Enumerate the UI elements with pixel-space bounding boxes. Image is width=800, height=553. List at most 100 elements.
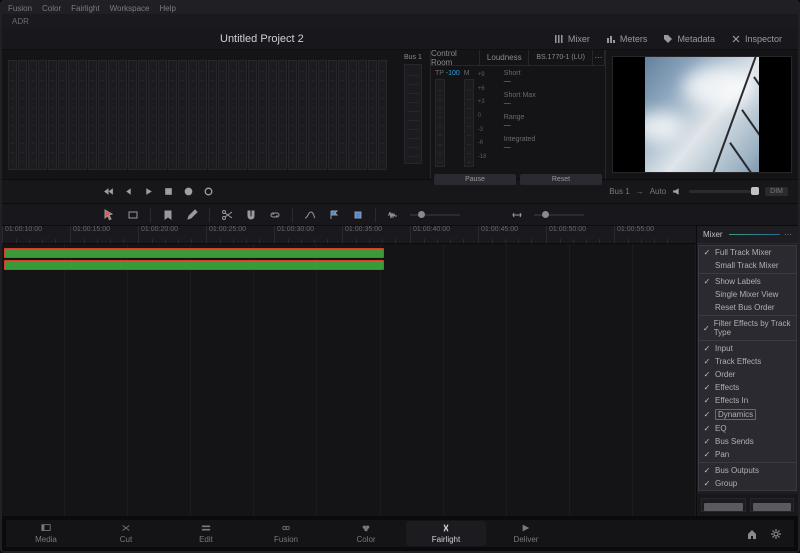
mixer-toggle[interactable]: Mixer bbox=[548, 32, 596, 46]
pencil-tool[interactable] bbox=[185, 208, 199, 222]
timeline-tracks[interactable] bbox=[2, 244, 696, 516]
menu-item-filter-effects-by-track-type[interactable]: ✓Filter Effects by Track Type bbox=[699, 317, 796, 339]
magnet-icon bbox=[245, 209, 257, 221]
menu-fusion[interactable]: Fusion bbox=[8, 4, 32, 13]
prev-button[interactable] bbox=[122, 186, 134, 198]
bus-label: Bus 1 bbox=[404, 54, 428, 61]
menu-item-order[interactable]: ✓Order bbox=[699, 368, 796, 381]
fader-cap[interactable] bbox=[753, 503, 792, 511]
slider-thumb[interactable] bbox=[542, 211, 549, 218]
menu-help[interactable]: Help bbox=[159, 4, 175, 13]
menu-item-dynamics[interactable]: ✓Dynamics bbox=[699, 407, 796, 422]
settings-button[interactable] bbox=[770, 528, 782, 540]
slider-thumb[interactable] bbox=[418, 211, 425, 218]
menu-item-small-track-mixer[interactable]: Small Track Mixer bbox=[699, 259, 796, 272]
meters-toggle[interactable]: Meters bbox=[600, 32, 654, 46]
magnet-tool[interactable] bbox=[244, 208, 258, 222]
audio-clip[interactable] bbox=[4, 260, 384, 270]
page-tab-cut[interactable]: Cut bbox=[86, 521, 166, 546]
monitor-bus[interactable]: Bus 1 bbox=[609, 187, 629, 196]
crossfade-tool[interactable] bbox=[303, 208, 317, 222]
ruler-tick[interactable]: 01:00:50:00 bbox=[546, 226, 614, 243]
menu-item-single-mixer-view[interactable]: Single Mixer View bbox=[699, 288, 796, 301]
tab-loudness[interactable]: Loudness bbox=[480, 50, 529, 66]
menu-workspace[interactable]: Workspace bbox=[110, 4, 150, 13]
ruler-tick[interactable]: 01:00:45:00 bbox=[478, 226, 546, 243]
menu-item-group[interactable]: ✓Group bbox=[699, 477, 796, 490]
zoom-waveform-slider[interactable] bbox=[410, 214, 460, 216]
page-tab-fusion[interactable]: Fusion bbox=[246, 521, 326, 546]
dim-button[interactable]: DIM bbox=[765, 187, 788, 196]
menu-item-label: Small Track Mixer bbox=[715, 261, 779, 270]
ruler-tick[interactable]: 01:00:40:00 bbox=[410, 226, 478, 243]
flag-blue[interactable] bbox=[327, 208, 341, 222]
audio-clip[interactable] bbox=[4, 248, 384, 258]
loudness-menu[interactable]: ⋯ bbox=[593, 50, 605, 66]
page-tab-edit[interactable]: Edit bbox=[166, 521, 246, 546]
menu-item-track-effects[interactable]: ✓Track Effects bbox=[699, 355, 796, 368]
volume-slider[interactable] bbox=[689, 190, 759, 193]
menu-item-effects[interactable]: ✓Effects bbox=[699, 381, 796, 394]
ruler-tick[interactable]: 01:00:20:00 bbox=[138, 226, 206, 243]
play-button[interactable] bbox=[142, 186, 154, 198]
track-meter-slot bbox=[298, 60, 307, 170]
menu-fairlight[interactable]: Fairlight bbox=[71, 4, 99, 13]
ruler-tick[interactable]: 01:00:10:00 bbox=[2, 226, 70, 243]
timeline[interactable]: 01:00:10:0001:00:15:0001:00:20:0001:00:2… bbox=[2, 226, 696, 516]
ruler-tick[interactable]: 01:00:55:00 bbox=[614, 226, 682, 243]
record-button[interactable] bbox=[182, 186, 194, 198]
check-icon: ✓ bbox=[703, 466, 711, 475]
ruler-tick[interactable]: 01:00:15:00 bbox=[70, 226, 138, 243]
marker-tool[interactable] bbox=[161, 208, 175, 222]
home-button[interactable] bbox=[746, 528, 758, 540]
loudness-standard[interactable]: BS.1770-1 (LU) bbox=[529, 50, 593, 66]
flag-blue-2[interactable] bbox=[351, 208, 365, 222]
link-tool[interactable] bbox=[268, 208, 282, 222]
menu-item-bus-outputs[interactable]: ✓Bus Outputs bbox=[699, 464, 796, 477]
page-tab-media[interactable]: Media bbox=[6, 521, 86, 546]
menu-item-effects-in[interactable]: ✓Effects In bbox=[699, 394, 796, 407]
menu-item-bus-sends[interactable]: ✓Bus Sends bbox=[699, 435, 796, 448]
menu-item-show-labels[interactable]: ✓Show Labels bbox=[699, 275, 796, 288]
mixer-options-button[interactable]: ⋯ bbox=[784, 230, 792, 239]
cut-tool[interactable] bbox=[220, 208, 234, 222]
ruler-tick[interactable]: 01:00:25:00 bbox=[206, 226, 274, 243]
volume-thumb[interactable] bbox=[751, 187, 759, 195]
range-tool[interactable] bbox=[126, 208, 140, 222]
fader-cap[interactable] bbox=[704, 503, 743, 511]
waveform-tool[interactable] bbox=[386, 208, 400, 222]
automation-mode[interactable]: Auto bbox=[650, 187, 666, 196]
page-tab-fairlight[interactable]: Fairlight bbox=[406, 521, 486, 546]
menu-item-reset-bus-order[interactable]: Reset Bus Order bbox=[699, 301, 796, 314]
video-viewer[interactable] bbox=[612, 56, 792, 173]
menu-item-full-track-mixer[interactable]: ✓Full Track Mixer bbox=[699, 246, 796, 259]
reset-button[interactable]: Reset bbox=[520, 174, 602, 185]
tab-control-room[interactable]: Control Room bbox=[431, 50, 480, 66]
page-tab-deliver[interactable]: Deliver bbox=[486, 521, 566, 546]
stop-button[interactable] bbox=[162, 186, 174, 198]
loop-button[interactable] bbox=[202, 186, 214, 198]
m-label: M bbox=[464, 70, 474, 77]
ruler-tick[interactable]: 01:00:35:00 bbox=[342, 226, 410, 243]
menu-color[interactable]: Color bbox=[42, 4, 61, 13]
menu-item-eq[interactable]: ✓EQ bbox=[699, 422, 796, 435]
timeline-ruler[interactable]: 01:00:10:0001:00:15:0001:00:20:0001:00:2… bbox=[2, 226, 696, 244]
zoom-horizontal[interactable] bbox=[510, 208, 524, 222]
track-meter-slot bbox=[138, 60, 147, 170]
tp-value: -100 bbox=[446, 70, 460, 77]
menu-item-input[interactable]: ✓Input bbox=[699, 342, 796, 355]
page-tab-color[interactable]: Color bbox=[326, 521, 406, 546]
menu-item-pan[interactable]: ✓Pan bbox=[699, 448, 796, 461]
mixer-fader[interactable] bbox=[701, 498, 746, 512]
monitor-area: Control Room Loudness BS.1770-1 (LU) ⋯ T… bbox=[430, 50, 798, 179]
pause-button[interactable]: Pause bbox=[434, 174, 516, 185]
mixer-fader[interactable] bbox=[750, 498, 795, 512]
zoom-slider[interactable] bbox=[534, 214, 584, 216]
inspector-toggle[interactable]: Inspector bbox=[725, 32, 788, 46]
ruler-tick[interactable]: 01:00:30:00 bbox=[274, 226, 342, 243]
upper-panel: Bus 1 Control Room Loudness BS.1770-1 (L… bbox=[2, 50, 798, 180]
rewind-button[interactable] bbox=[102, 186, 114, 198]
metadata-toggle[interactable]: Metadata bbox=[657, 32, 721, 46]
pointer-tool[interactable] bbox=[102, 208, 116, 222]
adr-label[interactable]: ADR bbox=[12, 17, 29, 26]
